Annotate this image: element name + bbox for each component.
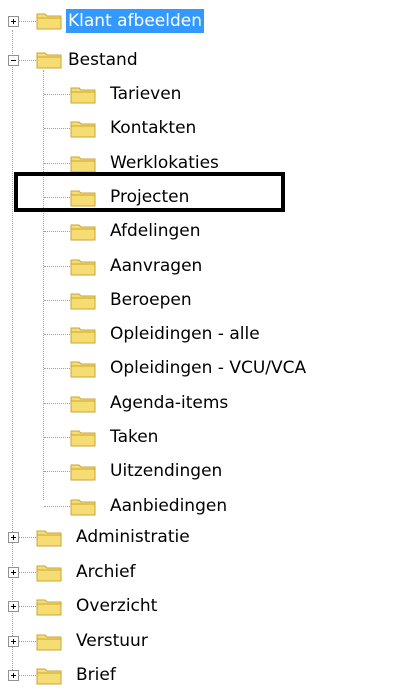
tree-item-afdelingen[interactable]: Afdelingen (108, 217, 203, 245)
folder-icon (70, 156, 96, 173)
tree-item-label: Beroepen (110, 289, 192, 310)
tree-branch-line (18, 60, 36, 61)
folder-icon (70, 293, 96, 310)
folder-icon (36, 13, 62, 30)
tree-item-label: Archief (76, 561, 136, 582)
tree-item-werklokaties[interactable]: Werklokaties (108, 149, 221, 177)
tree-branch-line (44, 299, 70, 301)
tree-branch-line (44, 162, 70, 164)
tree-item-agenda-items[interactable]: Agenda-items (108, 389, 230, 417)
tree-item-opleidingen-vcu-vca[interactable]: Opleidingen - VCU/VCA (108, 354, 308, 382)
tree-item-projecten[interactable]: Projecten (108, 183, 191, 211)
tree-item-label: Opleidingen - alle (110, 324, 260, 345)
tree-item-label: Werklokaties (110, 152, 219, 173)
tree-item-overzicht[interactable]: Overzicht (74, 592, 159, 620)
tree-item-label: Projecten (110, 186, 190, 207)
tree-branch-line (18, 640, 36, 642)
tree-branch-line (44, 128, 70, 130)
folder-icon (70, 464, 96, 481)
tree-branch-line (44, 471, 70, 473)
tree-branch-line (44, 94, 70, 95)
tree-item-klant-afbeelden[interactable]: Klant afbeelden (65, 7, 205, 35)
tree-branch-line (44, 437, 70, 438)
tree-item-label: Bestand (68, 50, 138, 70)
tree-item-label: Agenda-items (110, 392, 229, 413)
tree-item-uitzendingen[interactable]: Uitzendingen (108, 457, 224, 485)
tree-item-verstuur[interactable]: Verstuur (74, 627, 150, 655)
folder-icon (70, 430, 96, 447)
folder-tree: Klant afbeelden Bestand Tarieven Kontakte… (0, 0, 411, 686)
folder-icon (70, 87, 96, 104)
folder-icon (70, 121, 96, 138)
tree-item-label: Klant afbeelden (65, 8, 205, 34)
tree-branch-line (18, 606, 36, 607)
tree-branch-line (18, 675, 36, 676)
tree-item-archief[interactable]: Archief (74, 558, 138, 586)
tree-item-opleidingen-alle[interactable]: Opleidingen - alle (108, 320, 262, 348)
tree-item-label: Aanvragen (110, 255, 203, 276)
tree-item-beroepen[interactable]: Beroepen (108, 286, 194, 314)
tree-item-label: Kontakten (110, 118, 197, 139)
folder-icon (36, 634, 62, 650)
tree-item-label: Aanbiedingen (110, 495, 228, 516)
tree-branch-line (44, 231, 70, 233)
tree-item-label: Overzicht (76, 596, 158, 616)
folder-icon (36, 530, 62, 547)
tree-branch-line (18, 21, 36, 22)
tree-branch-line (44, 368, 70, 370)
tree-item-label: Administratie (76, 527, 190, 547)
folder-icon (70, 499, 96, 516)
folder-icon (36, 565, 62, 581)
folder-icon (36, 668, 62, 685)
tree-branch-line (44, 402, 70, 404)
tree-item-label: Taken (110, 427, 159, 447)
tree-line-bestand (43, 70, 44, 500)
tree-item-kontakten[interactable]: Kontakten (108, 114, 198, 142)
folder-icon (36, 599, 62, 616)
tree-branch-line (18, 571, 36, 573)
tree-item-label: Verstuur (76, 630, 148, 651)
tree-item-aanbiedingen[interactable]: Aanbiedingen (108, 492, 229, 520)
tree-branch-line (18, 537, 36, 538)
tree-item-brief[interactable]: Brief (74, 661, 118, 689)
folder-icon (70, 327, 96, 344)
tree-item-taken[interactable]: Taken (108, 423, 160, 451)
tree-item-administratie[interactable]: Administratie (74, 523, 192, 551)
tree-item-bestand[interactable]: Bestand (66, 46, 140, 74)
tree-branch-line (44, 265, 70, 267)
folder-icon (70, 396, 96, 413)
folder-icon (36, 52, 62, 69)
tree-item-label: Tarieven (110, 84, 182, 104)
tree-branch-line (44, 505, 70, 507)
tree-item-label: Opleidingen - VCU/VCA (110, 358, 307, 379)
tree-branch-line (44, 334, 70, 336)
folder-icon (70, 190, 96, 207)
tree-item-label: Uitzendingen (110, 461, 223, 482)
tree-item-tarieven[interactable]: Tarieven (108, 80, 183, 108)
tree-branch-line (44, 196, 70, 198)
folder-icon (70, 361, 96, 378)
tree-item-aanvragen[interactable]: Aanvragen (108, 252, 204, 280)
tree-item-label: Afdelingen (110, 221, 201, 242)
folder-icon (70, 259, 96, 275)
folder-icon (70, 224, 96, 241)
tree-item-label: Brief (76, 665, 116, 685)
